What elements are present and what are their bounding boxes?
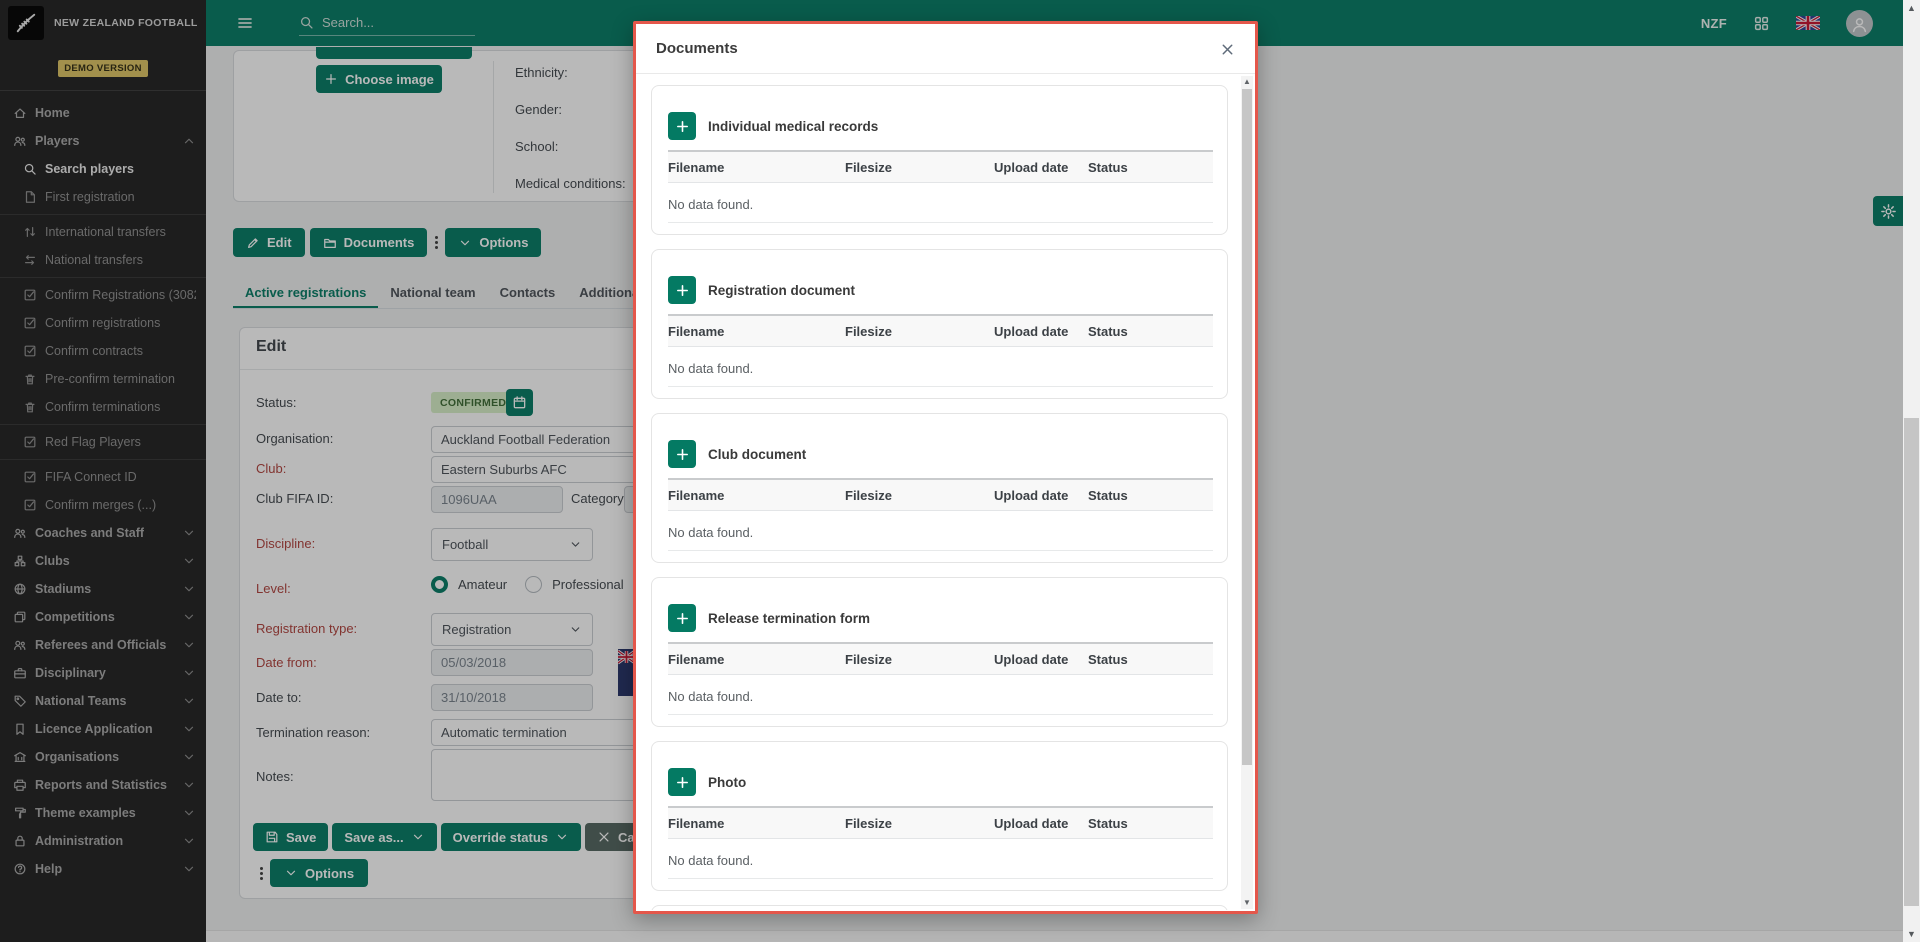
filename-column-header: Filename	[668, 160, 845, 175]
scroll-up-arrow-icon[interactable]: ▲	[1241, 76, 1253, 88]
document-section-title: Photo	[708, 775, 746, 790]
document-section-title: Registration document	[708, 283, 855, 298]
filename-column-header: Filename	[668, 652, 845, 667]
upload-date-column-header: Upload date	[994, 324, 1078, 339]
status-column-header: Status	[1078, 652, 1213, 667]
modal-close-button[interactable]	[1215, 37, 1239, 61]
page-scrollbar[interactable]: ▲ ▼	[1903, 0, 1920, 942]
add-document-button[interactable]	[668, 276, 696, 304]
plus-icon	[675, 283, 690, 298]
status-column-header: Status	[1078, 324, 1213, 339]
filename-column-header: Filename	[668, 816, 845, 831]
add-document-button[interactable]	[668, 768, 696, 796]
status-column-header: Status	[1078, 816, 1213, 831]
no-data-row: No data found.	[668, 187, 1213, 223]
documents-modal: Documents Individual medical records Fil…	[633, 21, 1258, 914]
scroll-down-arrow-icon[interactable]: ▼	[1241, 897, 1253, 909]
document-section-card: Release termination form Filename Filesi…	[651, 577, 1228, 727]
scroll-up-arrow-icon[interactable]: ▲	[1903, 0, 1920, 16]
upload-date-column-header: Upload date	[994, 160, 1078, 175]
modal-title: Documents	[656, 40, 738, 57]
modal-scrollbar-thumb[interactable]	[1242, 89, 1252, 765]
document-section-card: Filename Filesize Upload date Status No …	[651, 905, 1228, 910]
document-section-card: Photo Filename Filesize Upload date Stat…	[651, 741, 1228, 891]
modal-body: Individual medical records Filename File…	[636, 74, 1255, 910]
page-scrollbar-thumb[interactable]	[1904, 418, 1919, 906]
document-table-header: Filename Filesize Upload date Status	[668, 478, 1213, 511]
filesize-column-header: Filesize	[845, 816, 994, 831]
plus-icon	[675, 447, 690, 462]
document-section-title: Individual medical records	[708, 119, 878, 134]
status-column-header: Status	[1078, 488, 1213, 503]
no-data-row: No data found.	[668, 679, 1213, 715]
close-icon	[1220, 42, 1235, 57]
plus-icon	[675, 775, 690, 790]
document-table-header: Filename Filesize Upload date Status	[668, 314, 1213, 347]
document-section-card: Individual medical records Filename File…	[651, 85, 1228, 235]
document-section-title: Release termination form	[708, 611, 870, 626]
document-section-card: Club document Filename Filesize Upload d…	[651, 413, 1228, 563]
application-window: NEW ZEALAND FOOTBALL DEMO VERSION Home P…	[0, 0, 1920, 942]
document-section-card: Registration document Filename Filesize …	[651, 249, 1228, 399]
scroll-down-arrow-icon[interactable]: ▼	[1903, 926, 1920, 942]
upload-date-column-header: Upload date	[994, 652, 1078, 667]
no-data-row: No data found.	[668, 843, 1213, 879]
filesize-column-header: Filesize	[845, 488, 994, 503]
document-section-title: Club document	[708, 447, 806, 462]
filesize-column-header: Filesize	[845, 652, 994, 667]
filename-column-header: Filename	[668, 488, 845, 503]
status-column-header: Status	[1078, 160, 1213, 175]
modal-scrollbar[interactable]: ▲ ▼	[1241, 76, 1253, 909]
document-table-header: Filename Filesize Upload date Status	[668, 150, 1213, 183]
filesize-column-header: Filesize	[845, 160, 994, 175]
plus-icon	[675, 611, 690, 626]
no-data-row: No data found.	[668, 515, 1213, 551]
filesize-column-header: Filesize	[845, 324, 994, 339]
document-table-header: Filename Filesize Upload date Status	[668, 806, 1213, 839]
add-document-button[interactable]	[668, 112, 696, 140]
add-document-button[interactable]	[668, 440, 696, 468]
upload-date-column-header: Upload date	[994, 816, 1078, 831]
modal-header: Documents	[636, 24, 1255, 74]
no-data-row: No data found.	[668, 351, 1213, 387]
document-table-header: Filename Filesize Upload date Status	[668, 642, 1213, 675]
plus-icon	[675, 119, 690, 134]
filename-column-header: Filename	[668, 324, 845, 339]
add-document-button[interactable]	[668, 604, 696, 632]
upload-date-column-header: Upload date	[994, 488, 1078, 503]
